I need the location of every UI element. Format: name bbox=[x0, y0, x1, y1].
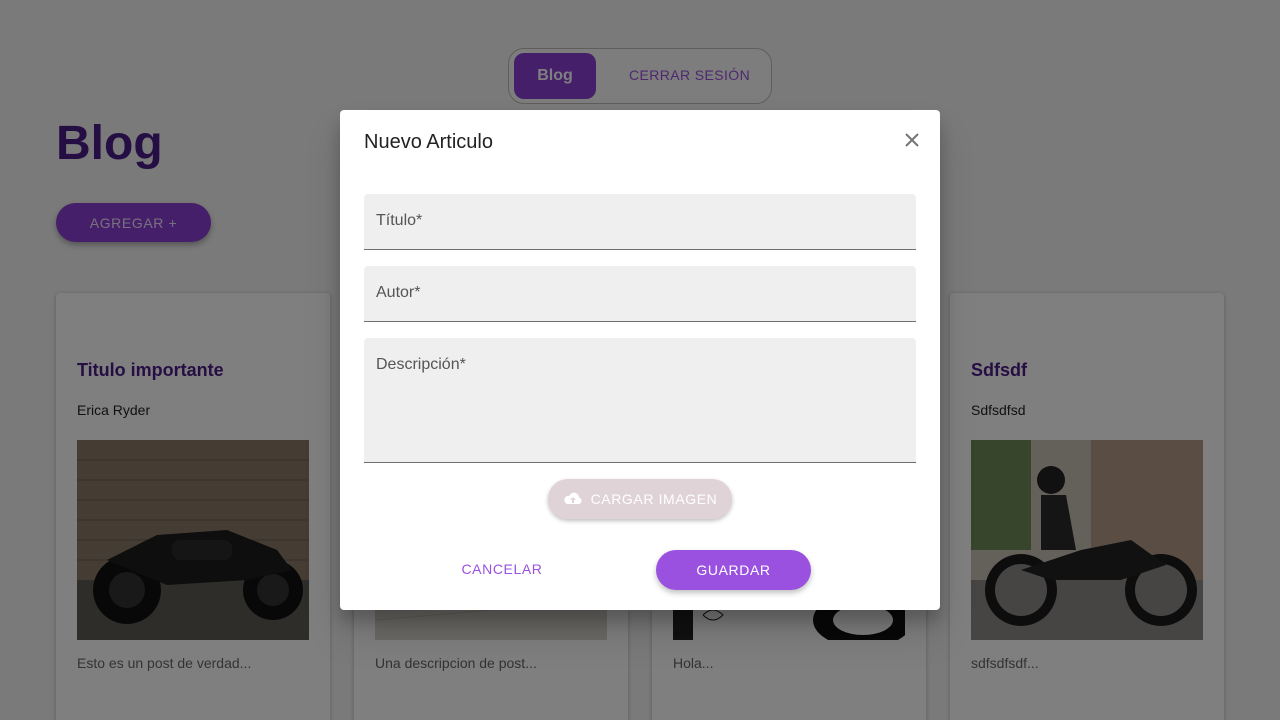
dialog-title: Nuevo Articulo bbox=[364, 131, 493, 153]
description-textarea[interactable] bbox=[364, 338, 916, 462]
upload-image-label: CARGAR IMAGEN bbox=[590, 491, 718, 507]
close-icon bbox=[905, 133, 919, 147]
author-field[interactable]: Autor* bbox=[364, 266, 916, 322]
upload-image-button[interactable]: CARGAR IMAGEN bbox=[548, 479, 732, 519]
cancel-button[interactable]: CANCELAR bbox=[440, 551, 564, 587]
title-field[interactable]: Título* bbox=[364, 194, 916, 250]
save-button[interactable]: GUARDAR bbox=[656, 550, 811, 590]
new-article-dialog: Nuevo Articulo Título* Autor* Descripció… bbox=[340, 110, 940, 610]
close-button[interactable] bbox=[896, 124, 928, 156]
description-field[interactable]: Descripción* bbox=[364, 338, 916, 463]
cloud-upload-icon bbox=[563, 492, 582, 504]
title-input[interactable] bbox=[364, 194, 916, 249]
author-input[interactable] bbox=[364, 266, 916, 321]
